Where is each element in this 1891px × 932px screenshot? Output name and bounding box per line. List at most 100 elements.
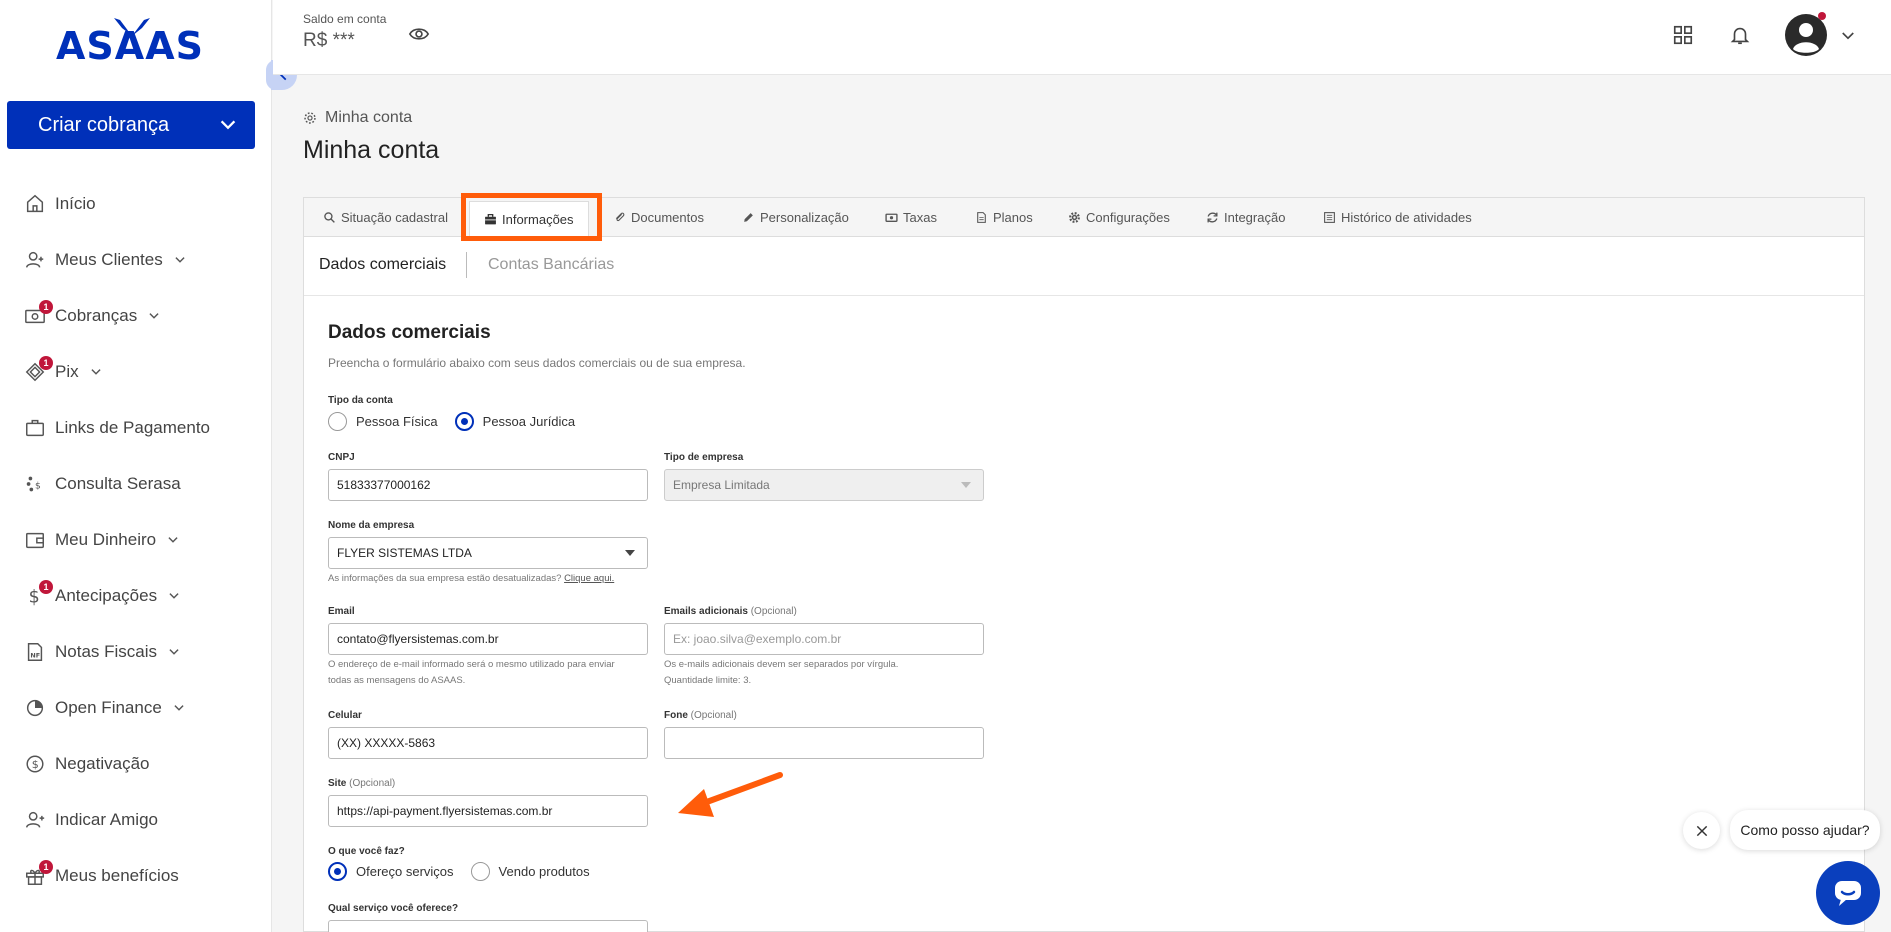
eye-icon[interactable] [408, 23, 430, 45]
sidebar-item-label: Notas Fiscais [55, 642, 158, 661]
tab-label: Documentos [631, 210, 704, 225]
briefcase-icon [485, 213, 496, 225]
asaas-logo[interactable]: ASAAS [50, 18, 210, 72]
tab-integracao[interactable]: Integração [1206, 198, 1285, 237]
sidebar-item-open-finance[interactable]: Open Finance [0, 680, 272, 736]
balance-label: Saldo em conta [303, 12, 387, 26]
sidebar-item-label: Consulta Serasa [55, 474, 181, 493]
top-header: Saldo em conta R$ *** [273, 0, 1891, 75]
gear-icon [1069, 212, 1080, 223]
update-company-link[interactable]: Clique aqui. [564, 573, 614, 584]
chevron-down-icon[interactable] [1839, 27, 1857, 45]
what-you-do-radio-group: Ofereço serviços Vendo produtos [328, 862, 607, 881]
cnpj-label: CNPJ [328, 452, 355, 463]
sidebar-item-label: Pix [55, 362, 79, 381]
subtab-dados-comerciais[interactable]: Dados comerciais [319, 256, 446, 274]
svg-text:$: $ [29, 587, 40, 607]
sidebar-item-label: Meus Clientes [55, 250, 163, 269]
sidebar-item-label: Meus benefícios [55, 866, 179, 885]
tab-taxas[interactable]: Taxas [885, 198, 937, 237]
company-name-select[interactable]: FLYER SISTEMAS LTDA [328, 537, 648, 569]
avatar-notification-dot [1818, 12, 1826, 20]
svg-text:$: $ [32, 758, 39, 771]
mobile-input[interactable]: (XX) XXXXX-5863 [328, 727, 648, 759]
tab-historico-atividades[interactable]: Histórico de atividades [1323, 198, 1472, 237]
chevron-down-icon [168, 537, 178, 543]
file-icon [977, 212, 986, 223]
tab-informacoes[interactable]: Informações [469, 201, 589, 237]
sidebar-item-inicio[interactable]: Início [0, 176, 272, 232]
sidebar-item-meus-clientes[interactable]: Meus Clientes [0, 232, 272, 288]
chevron-down-icon [175, 257, 185, 263]
phone-label-text: Fone [664, 710, 688, 721]
sidebar-nav: Início Meus Clientes 1 Cobranças 1 Pix L… [0, 176, 272, 904]
service-input[interactable] [328, 920, 648, 932]
company-name-help-text: As informações da sua empresa estão desa… [328, 573, 562, 584]
close-icon [1696, 825, 1707, 836]
account-type-radio-group: Pessoa Física Pessoa Jurídica [328, 412, 592, 431]
radio-label: Pessoa Jurídica [482, 414, 576, 429]
apps-grid-icon[interactable] [1672, 24, 1694, 46]
create-charge-button[interactable]: Criar cobrança [7, 101, 255, 149]
sidebar-item-label: Cobranças [55, 306, 138, 325]
notification-badge: 1 [39, 356, 53, 370]
subtab-divider [466, 252, 467, 278]
extra-emails-input[interactable]: Ex: joao.silva@exemplo.com.br [664, 623, 984, 655]
phone-label: Fone (Opcional) [664, 710, 737, 721]
subtab-contas-bancarias[interactable]: Contas Bancárias [488, 256, 614, 274]
sidebar-item-cobrancas[interactable]: 1 Cobranças [0, 288, 272, 344]
sidebar-item-meus-beneficios[interactable]: 1 Meus benefícios [0, 848, 272, 904]
svg-text:NF: NF [30, 652, 40, 660]
cnpj-input[interactable]: 51833377000162 [328, 469, 648, 501]
company-type-select[interactable]: Empresa Limitada [664, 469, 984, 501]
tab-configuracoes[interactable]: Configurações [1068, 198, 1170, 237]
tab-label: Integração [1224, 210, 1286, 225]
sidebar-item-notas-fiscais[interactable]: NF Notas Fiscais [0, 624, 272, 680]
optional-tag: (Opcional) [690, 710, 737, 721]
chat-prompt-bubble[interactable]: Como posso ajudar? [1730, 810, 1880, 850]
sidebar: ASAAS Criar cobrança Início Meus Cliente… [0, 0, 272, 932]
tab-situacao-cadastral[interactable]: Situação cadastral [323, 198, 448, 237]
service-question-label: Qual serviço você oferece? [328, 903, 459, 914]
radio-pessoa-juridica[interactable] [454, 412, 474, 431]
caret-down-icon [961, 482, 971, 488]
breadcrumb: Minha conta [303, 109, 412, 127]
bell-icon[interactable] [1729, 23, 1751, 47]
sidebar-item-meu-dinheiro[interactable]: Meu Dinheiro [0, 512, 272, 568]
sidebar-item-consulta-serasa[interactable]: $ Consulta Serasa [0, 456, 272, 512]
tab-planos[interactable]: Planos [975, 198, 1033, 237]
sidebar-item-links-pagamento[interactable]: Links de Pagamento [0, 400, 272, 456]
coin-icon: $ [24, 753, 46, 775]
site-input[interactable]: https://api-payment.flyersistemas.com.br [328, 795, 648, 827]
chevron-down-icon [169, 593, 179, 599]
sidebar-item-negativacao[interactable]: $ Negativação [0, 736, 272, 792]
account-card: Situação cadastral Informações Documento… [303, 193, 1865, 932]
site-label: Site (Opcional) [328, 778, 395, 789]
sidebar-item-label: Antecipações [55, 586, 158, 605]
tab-label: Situação cadastral [341, 210, 448, 225]
sidebar-item-label: Meu Dinheiro [55, 530, 157, 549]
site-label-text: Site [328, 778, 347, 789]
radio-pessoa-fisica[interactable] [328, 412, 347, 431]
chevron-down-icon [169, 649, 179, 655]
sidebar-item-pix[interactable]: 1 Pix [0, 344, 272, 400]
tab-documentos[interactable]: Documentos [613, 198, 704, 237]
chevron-down-icon [149, 313, 159, 319]
chat-close-button[interactable] [1683, 812, 1720, 849]
radio-vendo-produtos[interactable] [470, 862, 490, 881]
sidebar-item-antecipacoes[interactable]: $ 1 Antecipações [0, 568, 272, 624]
tab-personalizacao[interactable]: Personalização [742, 198, 849, 237]
notification-badge: 1 [39, 300, 53, 314]
create-charge-label: Criar cobrança [38, 113, 170, 136]
sidebar-item-indicar-amigo[interactable]: Indicar Amigo [0, 792, 272, 848]
add-user-icon [24, 809, 46, 831]
sidebar-item-label: Negativação [55, 754, 150, 773]
email-input[interactable]: contato@flyersistemas.com.br [328, 623, 648, 655]
company-name-value: FLYER SISTEMAS LTDA [337, 546, 472, 560]
breadcrumb-label: Minha conta [325, 109, 413, 126]
email-label: Email [328, 606, 355, 617]
radio-ofereco-servicos[interactable] [328, 862, 347, 881]
email-help-line: todas as mensagens do ASAAS. [328, 675, 466, 686]
chat-open-button[interactable] [1816, 861, 1880, 925]
phone-input[interactable] [664, 727, 984, 759]
